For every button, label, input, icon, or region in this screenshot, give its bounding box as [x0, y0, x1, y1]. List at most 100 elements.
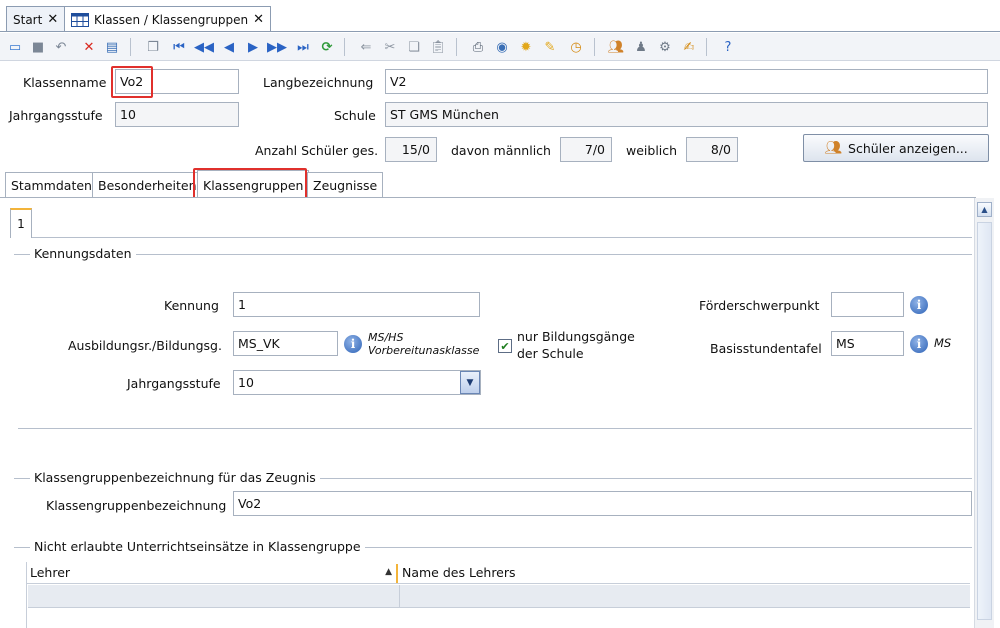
document-tab-strip: Start ✕ Klassen / Klassengruppen ✕ [0, 0, 1000, 32]
langbezeichnung-field[interactable]: V2 [385, 69, 988, 94]
ausbildung-label: Ausbildungsr./Bildungsg. [68, 338, 222, 353]
tab-zeugnisse[interactable]: Zeugnisse [307, 172, 384, 198]
kennung-label: Kennung [164, 298, 219, 313]
basisstundentafel-field[interactable]: MS [831, 331, 904, 356]
chevron-down-icon[interactable]: ▼ [460, 371, 480, 394]
klassenname-label: Klassenname [23, 75, 107, 90]
weiblich-field: 8/0 [686, 137, 738, 162]
table-row[interactable] [28, 585, 970, 608]
hint-icon[interactable]: ✹ [517, 38, 535, 56]
schule-field: ST GMS München [385, 102, 988, 127]
anzahl-schueler-label: Anzahl Schüler ges. [255, 143, 379, 158]
new-record-icon[interactable]: ▭ [6, 38, 24, 56]
scroll-up-icon[interactable]: ▲ [977, 202, 992, 217]
refresh-icon[interactable]: ⟳ [318, 38, 336, 56]
toolbar-separator [456, 38, 457, 56]
table-icon [71, 12, 89, 27]
timer-icon[interactable]: ◷ [567, 38, 585, 56]
tab-strip-divider [0, 31, 1000, 32]
zeugnis-title: Klassengruppenbezeichnung für das Zeugni… [30, 470, 320, 485]
section-divider [18, 428, 972, 429]
previous-page-icon[interactable]: ◀◀ [194, 38, 214, 56]
jahrgangsstufe-select-label: Jahrgangsstufe [127, 376, 221, 391]
column-header-name[interactable]: Name des Lehrers [398, 562, 970, 584]
maennlich-field: 7/0 [560, 137, 612, 162]
tab-klassen[interactable]: Klassen / Klassengruppen ✕ [64, 6, 272, 32]
vertical-scrollbar[interactable]: ▲ [974, 198, 994, 628]
foerderschwerpunkt-label: Förderschwerpunkt [699, 298, 820, 313]
back-icon[interactable]: ⇐ [357, 38, 375, 56]
copy-record-icon[interactable]: ❐ [144, 38, 162, 56]
edit-icon[interactable]: ✍ [680, 38, 698, 56]
tab-besonderheiten[interactable]: Besonderheiten [92, 172, 203, 198]
nur-bildungsgaenge-label: nur Bildungsgänge der Schule [517, 328, 635, 362]
nur-bildungsgaenge-checkbox[interactable]: ✔ [498, 339, 512, 353]
info-icon[interactable]: i [910, 296, 928, 314]
first-record-icon[interactable]: ⏮ [170, 38, 188, 56]
next-page-icon[interactable]: ▶▶ [267, 38, 287, 56]
jahrgangsstufe-select[interactable]: 10 [233, 370, 481, 395]
maennlich-label: davon männlich [451, 143, 551, 158]
group-icon[interactable]: ♟ [632, 38, 650, 56]
kennungsdaten-title: Kennungsdaten [30, 246, 136, 261]
ausbildung-note-line2: Vorbereitunasklasse [368, 344, 480, 357]
previous-record-icon[interactable]: ◀ [220, 38, 238, 56]
ausbildung-field[interactable]: MS_VK [233, 331, 338, 356]
users-icon: 👥︎ [824, 140, 843, 156]
column-header-name-label: Name des Lehrers [402, 565, 516, 580]
tab-start[interactable]: Start ✕ [6, 6, 66, 32]
preview-icon[interactable]: ◉ [493, 38, 511, 56]
basisstundentafel-note: MS [934, 336, 952, 350]
jahrgangsstufe-label: Jahrgangsstufe [9, 108, 103, 123]
help-icon[interactable]: ? [719, 38, 737, 56]
toolbar-separator [344, 38, 345, 56]
basisstundentafel-label: Basisstundentafel [710, 341, 822, 356]
schueler-anzeigen-label: Schüler anzeigen... [848, 140, 968, 156]
schule-label: Schule [334, 108, 376, 123]
undo-icon[interactable]: ↶ [52, 38, 70, 56]
cut-icon[interactable]: ✂ [381, 38, 399, 56]
schueler-anzeigen-button[interactable]: 👥︎ Schüler anzeigen... [803, 134, 989, 162]
tab-stammdaten[interactable]: Stammdaten [5, 172, 98, 198]
inner-tab-line [32, 237, 972, 238]
sort-ascending-icon[interactable]: ▲ [385, 567, 392, 577]
delete-icon[interactable]: ✕ [80, 38, 98, 56]
tab-group-1[interactable]: 1 [10, 208, 32, 238]
settings-icon[interactable]: ⚙ [656, 38, 674, 56]
save-icon[interactable]: ■ [29, 38, 47, 56]
weiblich-label: weiblich [626, 143, 678, 158]
last-record-icon[interactable]: ⏭ [294, 38, 312, 56]
nur-bildungsgaenge-line2: der Schule [517, 346, 584, 361]
column-header-lehrer-label: Lehrer [30, 565, 71, 580]
column-separator [399, 585, 400, 608]
langbezeichnung-label: Langbezeichnung [263, 75, 374, 90]
toolbar-separator [706, 38, 707, 56]
toolbar: ▭ ■ ↶ ✕ ▤ ❐ ⏮ ◀◀ ◀ ▶ ▶▶ ⏭ ⟳ ⇐ ✂ ❏ 📋︎ ⎙ ◉… [0, 33, 1000, 61]
print-preview-icon[interactable]: ▤ [103, 38, 121, 56]
users-icon[interactable]: 👥︎ [607, 38, 625, 56]
close-icon[interactable]: ✕ [253, 12, 264, 27]
info-icon[interactable]: i [910, 335, 928, 353]
clean-icon[interactable]: ✎ [541, 38, 559, 56]
column-header-lehrer[interactable]: Lehrer ▲ [26, 562, 398, 584]
tab-start-label: Start [13, 12, 43, 27]
ausbildung-note-line1: MS/HS [368, 331, 404, 344]
ausbildung-note: MS/HS Vorbereitunasklasse [368, 331, 479, 357]
highlight-box [111, 66, 153, 98]
scrollbar-thumb[interactable] [977, 222, 992, 620]
toolbar-separator [130, 38, 131, 56]
paste-icon[interactable]: 📋︎ [429, 38, 447, 56]
close-icon[interactable]: ✕ [47, 12, 58, 27]
info-icon[interactable]: i [344, 335, 362, 353]
tab-klassen-label: Klassen / Klassengruppen [94, 12, 249, 27]
klassengruppenbezeichnung-field[interactable]: Vo2 [233, 491, 972, 516]
kennung-field[interactable]: 1 [233, 292, 480, 317]
jahrgangsstufe-field: 10 [115, 102, 239, 127]
klassengruppenbezeichnung-label: Klassengruppenbezeichnung [46, 498, 227, 513]
print-icon[interactable]: ⎙ [469, 38, 487, 56]
section-divider [14, 254, 972, 255]
foerderschwerpunkt-field[interactable] [831, 292, 904, 317]
grid-border [26, 562, 27, 628]
copy-icon[interactable]: ❏ [405, 38, 423, 56]
next-record-icon[interactable]: ▶ [244, 38, 262, 56]
